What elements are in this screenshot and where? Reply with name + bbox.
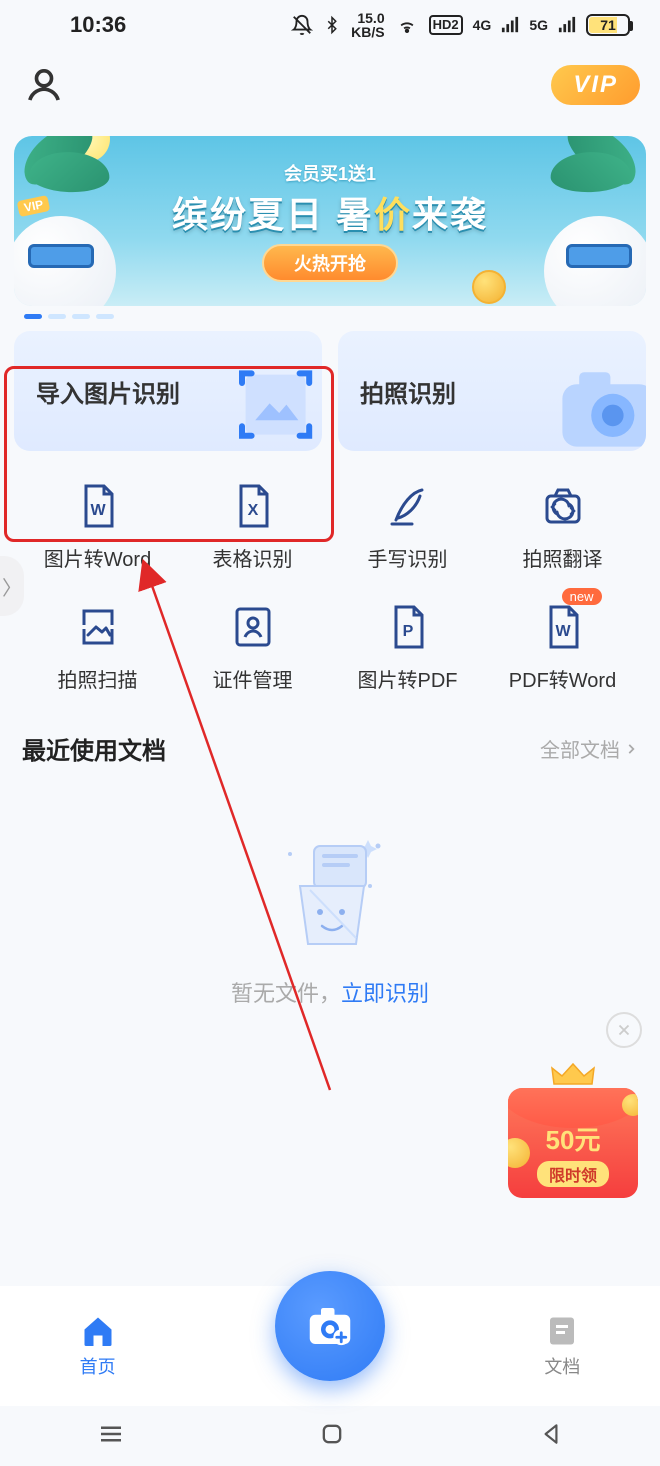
vip-badge[interactable]: VIP xyxy=(551,65,640,105)
bluetooth-icon xyxy=(323,14,341,36)
pdf-doc-icon: P xyxy=(384,603,432,651)
grid-label: 表格识别 xyxy=(213,543,293,572)
grid-photo-translate[interactable]: 拍照翻译 xyxy=(485,481,640,572)
promo-title: 缤纷夏日 暑价来袭 xyxy=(172,186,488,238)
close-icon xyxy=(615,1021,633,1039)
promo-button[interactable]: 火热开抢 xyxy=(262,244,398,282)
recognize-now-link[interactable]: 立即识别 xyxy=(341,981,429,1006)
grid-label: 拍照翻译 xyxy=(523,543,603,572)
recent-docs-title: 最近使用文档 xyxy=(22,731,166,766)
grid-image-to-word[interactable]: W 图片转Word xyxy=(20,481,175,572)
all-docs-link[interactable]: 全部文档 xyxy=(540,734,638,763)
red-packet-promo[interactable]: 50元 限时领 xyxy=(498,1060,648,1198)
camera-recognition-label: 拍照识别 xyxy=(360,374,456,409)
grid-id-management[interactable]: 证件管理 xyxy=(175,602,330,693)
promo-subtitle: 会员买1送1 xyxy=(284,160,376,186)
svg-text:X: X xyxy=(247,502,258,519)
excel-doc-icon: X xyxy=(229,482,277,530)
document-icon xyxy=(544,1313,580,1349)
camera-add-icon xyxy=(303,1299,357,1353)
import-image-label: 导入图片识别 xyxy=(36,374,180,409)
grid-image-to-pdf[interactable]: P 图片转PDF xyxy=(330,602,485,693)
scan-icon xyxy=(74,603,122,651)
id-card-icon xyxy=(229,603,277,651)
kbps-value: 15.0 xyxy=(357,11,384,25)
svg-text:W: W xyxy=(90,502,106,519)
grid-label: 手写识别 xyxy=(368,543,448,572)
side-handle[interactable]: 〉 xyxy=(0,556,24,616)
hd-badge: HD2 xyxy=(429,15,463,35)
camera-translate-icon xyxy=(539,482,587,530)
bell-mute-icon xyxy=(291,14,313,36)
app-header: VIP xyxy=(0,50,660,120)
signal-icon-2 xyxy=(558,16,576,34)
grid-photo-scan[interactable]: 拍照扫描 xyxy=(20,602,175,693)
sys-home-button[interactable] xyxy=(318,1420,346,1453)
sys-back-button[interactable] xyxy=(538,1421,564,1452)
status-bar: 10:36 15.0KB/S HD2 4G 5G 71 xyxy=(0,0,660,50)
kbps-unit: KB/S xyxy=(351,25,384,39)
camera-recognition-card[interactable]: 拍照识别 xyxy=(338,331,646,451)
chevron-right-icon xyxy=(624,742,638,756)
camera-illustration-icon xyxy=(536,341,646,451)
wifi-icon xyxy=(395,15,419,35)
new-badge: new xyxy=(562,588,602,605)
nav-docs[interactable]: 文档 xyxy=(544,1313,580,1379)
grid-table-recognition[interactable]: X 表格识别 xyxy=(175,481,330,572)
close-promo-button[interactable] xyxy=(606,1012,642,1048)
nav-home[interactable]: 首页 xyxy=(80,1313,116,1379)
svg-text:P: P xyxy=(402,623,413,640)
packet-amount: 50元 xyxy=(546,1120,601,1157)
grid-label: 图片转PDF xyxy=(358,664,458,693)
crown-icon xyxy=(548,1060,598,1088)
grid-label: 证件管理 xyxy=(213,664,293,693)
profile-icon[interactable] xyxy=(24,65,64,105)
promo-banner[interactable]: VIP 会员买1送1 缤纷夏日 暑价来袭 火热开抢 xyxy=(14,136,646,306)
bottom-nav: 首页 文档 xyxy=(0,1286,660,1406)
feather-icon xyxy=(384,482,432,530)
grid-handwriting[interactable]: 手写识别 xyxy=(330,481,485,572)
net-4g: 4G xyxy=(473,17,492,33)
empty-illustration-icon xyxy=(260,826,400,966)
home-icon xyxy=(80,1313,116,1349)
sys-recent-button[interactable] xyxy=(96,1419,126,1454)
grid-label: PDF转Word xyxy=(509,664,616,693)
import-illustration-icon xyxy=(212,341,322,451)
battery-indicator: 71 xyxy=(586,14,630,36)
system-nav xyxy=(0,1406,660,1466)
grid-label: 拍照扫描 xyxy=(58,664,138,693)
net-5g: 5G xyxy=(529,17,548,33)
feature-grid: W 图片转Word X 表格识别 手写识别 拍照翻译 拍照扫描 证件管理 P 图… xyxy=(0,451,660,713)
signal-icon-1 xyxy=(501,16,519,34)
svg-text:W: W xyxy=(555,623,571,640)
import-image-card[interactable]: 导入图片识别 xyxy=(14,331,322,451)
grid-label: 图片转Word xyxy=(44,543,151,572)
nav-home-label: 首页 xyxy=(80,1353,116,1379)
recent-docs-header: 最近使用文档 全部文档 xyxy=(0,713,660,766)
empty-text: 暂无文件，立即识别 xyxy=(231,976,429,1008)
status-indicators: 15.0KB/S HD2 4G 5G 71 xyxy=(291,11,630,39)
grid-pdf-to-word[interactable]: new W PDF转Word xyxy=(485,602,640,693)
packet-tag: 限时领 xyxy=(537,1161,609,1187)
word-doc-icon: W xyxy=(74,482,122,530)
status-time: 10:36 xyxy=(30,12,126,38)
word-doc-icon: W xyxy=(539,603,587,651)
nav-docs-label: 文档 xyxy=(544,1353,580,1379)
empty-state: 暂无文件，立即识别 xyxy=(0,826,660,1008)
camera-fab[interactable] xyxy=(275,1271,385,1381)
